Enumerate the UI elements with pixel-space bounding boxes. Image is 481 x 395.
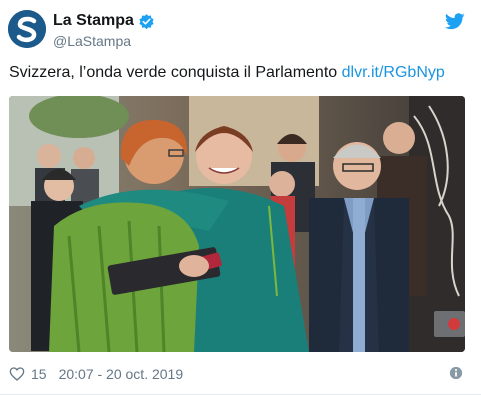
tweet-body: Svizzera, l’onda verde conquista il Parl… — [9, 64, 342, 81]
tweet-photo[interactable] — [9, 96, 465, 352]
la-stampa-logo-icon — [8, 10, 46, 48]
photo-image — [9, 96, 465, 352]
tweet-text: Svizzera, l’onda verde conquista il Parl… — [9, 64, 445, 82]
author-display-name[interactable]: La Stampa — [53, 12, 134, 30]
verified-badge-icon — [139, 13, 154, 29]
author-avatar[interactable] — [8, 10, 46, 48]
twitter-bird-icon[interactable] — [445, 13, 465, 30]
tweet-timestamp[interactable]: 20:07 - 20 oct. 2019 — [59, 366, 184, 382]
author-name[interactable]: La Stampa — [53, 12, 155, 30]
like-count[interactable]: 15 — [31, 366, 47, 382]
heart-icon[interactable] — [9, 366, 25, 382]
author-handle[interactable]: @LaStampa — [53, 33, 131, 49]
info-icon[interactable] — [449, 366, 463, 380]
tweet-footer: 15 20:07 - 20 oct. 2019 — [9, 364, 183, 384]
tweet-card: La Stampa @LaStampa Svizzera, l’onda ver… — [0, 0, 481, 395]
tweet-link[interactable]: dlvr.it/RGbNyp — [342, 64, 445, 81]
